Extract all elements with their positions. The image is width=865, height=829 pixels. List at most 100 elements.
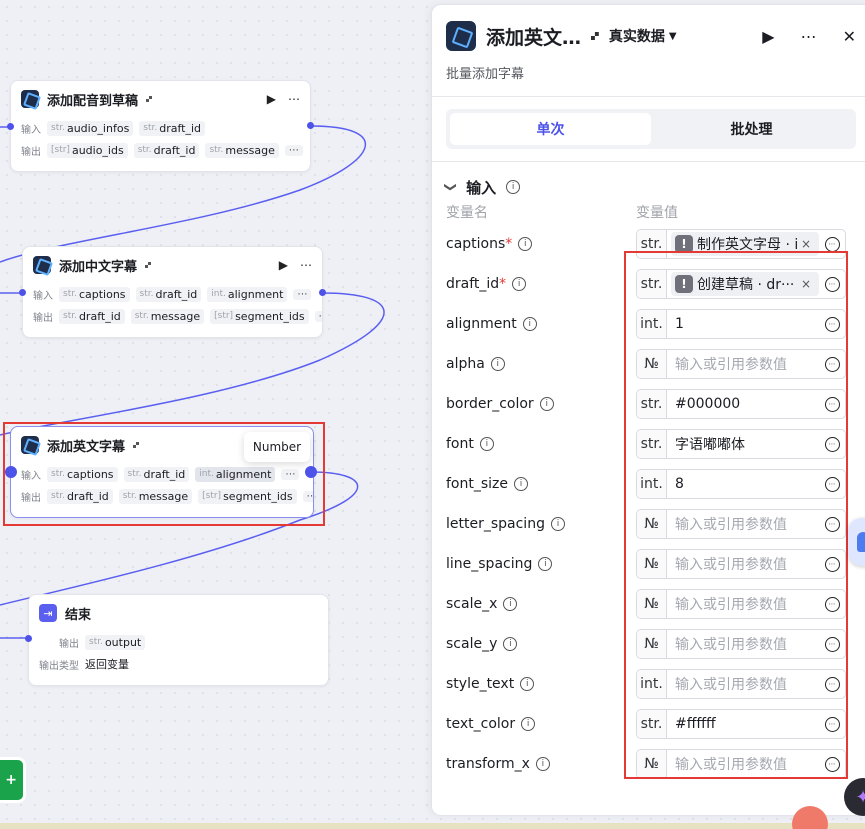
add-node-button[interactable]: + [0, 757, 26, 803]
variable-reference-icon[interactable]: ⋯ [819, 230, 845, 258]
info-icon[interactable]: i [512, 277, 527, 291]
output-port[interactable] [319, 289, 326, 296]
value-placeholder[interactable]: 输入或引用参数值 [667, 594, 819, 614]
floating-plugin-button[interactable] [848, 518, 865, 566]
input-port[interactable] [7, 123, 14, 130]
info-icon[interactable]: i [522, 317, 537, 331]
info-icon[interactable]: i [503, 597, 518, 611]
output-label: 输出 [59, 638, 79, 650]
output-chip: str. message [118, 488, 193, 504]
type-tag: str. [637, 430, 667, 458]
node-end[interactable]: ⇥ 结束 输出 str. output 输出类型 返回变量 [28, 594, 329, 686]
input-port[interactable] [19, 289, 26, 296]
variable-reference-icon[interactable]: ⋯ [819, 270, 845, 298]
style-text-input[interactable]: int. 输入或引用参数值 ⋯ [636, 669, 846, 699]
value-text[interactable]: 字语嘟嘟体 [667, 434, 819, 454]
scale-x-input[interactable]: № 输入或引用参数值 ⋯ [636, 589, 846, 619]
input-port[interactable] [5, 466, 17, 478]
info-icon[interactable]: i [539, 397, 554, 411]
run-icon[interactable]: ▶ [762, 27, 774, 46]
more-outputs-button[interactable]: ⋯ [302, 490, 313, 502]
input-section-header[interactable]: ❯ 输入 i [432, 162, 865, 197]
input-port[interactable] [25, 635, 32, 642]
variable-name: letter_spacing i [446, 516, 636, 532]
variable-reference-icon[interactable]: ⋯ [819, 590, 845, 618]
panel-title[interactable]: 添加英文… [486, 23, 581, 50]
clear-icon[interactable]: × [801, 237, 815, 251]
font-input[interactable]: str. 字语嘟嘟体 ⋯ [636, 429, 846, 459]
value-placeholder[interactable]: 输入或引用参数值 [667, 354, 819, 374]
info-icon[interactable]: i [506, 180, 521, 194]
run-icon[interactable]: ▶ [279, 258, 288, 272]
line-spacing-input[interactable]: № 输入或引用参数值 ⋯ [636, 549, 846, 579]
text-color-input[interactable]: str. #ffffff ⋯ [636, 709, 846, 739]
more-icon[interactable]: ⋯ [801, 27, 817, 46]
variable-reference-icon[interactable]: ⋯ [819, 310, 845, 338]
transform-x-input[interactable]: № 输入或引用参数值 ⋯ [636, 749, 846, 779]
captions-input[interactable]: str.! 制作英文字母 · i·· × ⋯ [636, 229, 846, 259]
variable-reference-icon[interactable]: ⋯ [819, 750, 845, 778]
plugin-icon [33, 256, 51, 274]
more-inputs-button[interactable]: ⋯ [293, 288, 312, 300]
tab-batch[interactable]: 批处理 [651, 113, 852, 145]
value-placeholder[interactable]: 输入或引用参数值 [667, 634, 819, 654]
close-icon[interactable]: ✕ [843, 27, 856, 46]
info-icon[interactable]: i [535, 757, 550, 771]
font-size-input[interactable]: int. 8 ⋯ [636, 469, 846, 499]
value-placeholder[interactable]: 输入或引用参数值 [667, 674, 819, 694]
info-icon[interactable]: i [521, 717, 536, 731]
info-icon[interactable]: i [520, 677, 535, 691]
value-placeholder[interactable]: 输入或引用参数值 [667, 554, 819, 574]
variable-reference-icon[interactable]: ⋯ [819, 350, 845, 378]
node-add-chinese-subtitles[interactable]: 添加中文字幕 🙾 ▶ ⋯ 输入 str. captions str. draft_i… [22, 246, 323, 338]
draft-id-input[interactable]: str.! 创建草稿 · dr··· × ⋯ [636, 269, 846, 299]
alpha-input[interactable]: № 输入或引用参数值 ⋯ [636, 349, 846, 379]
info-icon[interactable]: i [490, 357, 505, 371]
output-port[interactable] [307, 122, 314, 129]
variable-reference-icon[interactable]: ⋯ [819, 430, 845, 458]
value-text[interactable]: 8 [667, 476, 819, 492]
type-tag: str. [637, 230, 667, 258]
value-placeholder[interactable]: 输入或引用参数值 [667, 754, 819, 774]
type-tag: № [637, 590, 667, 618]
variable-reference-icon[interactable]: ⋯ [819, 550, 845, 578]
variable-reference-icon[interactable]: ⋯ [819, 670, 845, 698]
more-outputs-button[interactable]: ⋯ [284, 144, 303, 156]
data-source-dropdown[interactable]: 真实数据 ▼ [609, 26, 677, 46]
variable-reference-icon[interactable]: ⋯ [819, 630, 845, 658]
value-text[interactable]: #000000 [667, 396, 819, 412]
more-icon[interactable]: ⋯ [288, 92, 300, 106]
info-icon[interactable]: i [538, 557, 553, 571]
info-icon[interactable]: i [550, 517, 565, 531]
variable-reference-icon[interactable]: ⋯ [819, 510, 845, 538]
border-color-input[interactable]: str. #000000 ⋯ [636, 389, 846, 419]
value-text[interactable]: #ffffff [667, 716, 819, 732]
tab-single[interactable]: 单次 [450, 113, 651, 145]
input-chip-hovered[interactable]: int. alignment [195, 466, 276, 482]
variable-reference-icon[interactable]: ⋯ [819, 470, 845, 498]
info-icon[interactable]: i [518, 237, 533, 251]
reference-chip[interactable]: ! 制作英文字母 · i·· × [671, 232, 819, 256]
output-type-label: 输出类型 [39, 660, 79, 672]
more-icon[interactable]: ⋯ [300, 258, 312, 272]
output-port[interactable] [305, 466, 317, 478]
value-text[interactable]: 1 [667, 316, 819, 332]
reference-chip[interactable]: ! 创建草稿 · dr··· × [671, 272, 819, 296]
more-inputs-button[interactable]: ⋯ [281, 468, 300, 480]
info-icon[interactable]: i [503, 637, 518, 651]
clear-icon[interactable]: × [801, 277, 815, 291]
scale-y-input[interactable]: № 输入或引用参数值 ⋯ [636, 629, 846, 659]
input-chip: str. captions [59, 286, 130, 302]
node-add-voiceover[interactable]: 添加配音到草稿 🙾 ▶ ⋯ 输入 str. audio_infos str. dra… [10, 80, 311, 172]
value-placeholder[interactable]: 输入或引用参数值 [667, 514, 819, 534]
variable-reference-icon[interactable]: ⋯ [819, 710, 845, 738]
run-icon[interactable]: ▶ [267, 92, 276, 106]
letter-spacing-input[interactable]: № 输入或引用参数值 ⋯ [636, 509, 846, 539]
input-chip: str. draft_id [123, 466, 190, 482]
info-icon[interactable]: i [479, 437, 494, 451]
more-outputs-button[interactable]: ⋯ [314, 310, 322, 322]
alignment-input[interactable]: int. 1 ⋯ [636, 309, 846, 339]
info-icon[interactable]: i [514, 477, 529, 491]
variable-reference-icon[interactable]: ⋯ [819, 390, 845, 418]
variable-row: font i str. 字语嘟嘟体 ⋯ [432, 424, 865, 464]
